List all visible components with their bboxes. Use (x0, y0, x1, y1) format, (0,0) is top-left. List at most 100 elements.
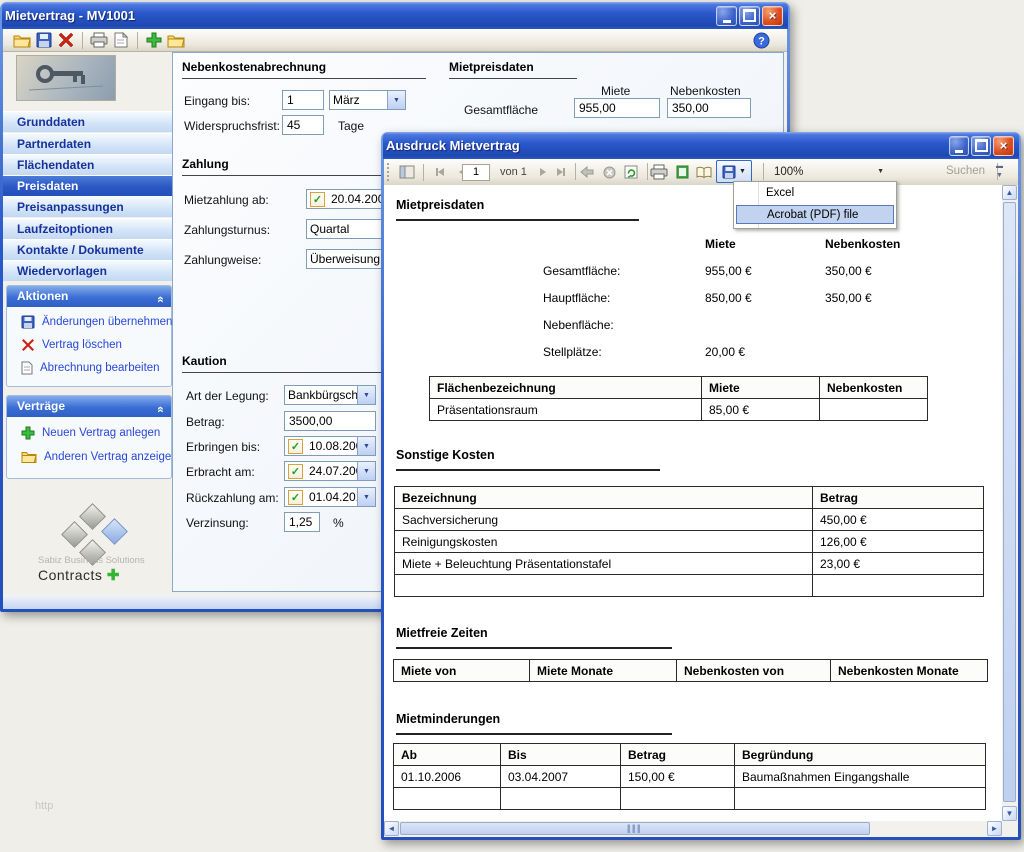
widerspruchsfrist-input[interactable] (282, 115, 324, 135)
horizontal-scrollbar[interactable]: ◄ ▌▌▌ ► (384, 821, 1002, 837)
erbracht-am-field[interactable]: ✓ 24.07.2004 ▼ (284, 461, 376, 481)
art-der-legung-select[interactable]: Bankbürgschaf ▼ (284, 385, 376, 405)
table-cell (394, 788, 501, 810)
scroll-down-button[interactable]: ▼ (1002, 806, 1017, 821)
price-row-nebenkosten: 350,00 € (825, 264, 872, 278)
open-folder-button[interactable] (11, 30, 33, 50)
gesamtflaeche-nebenkosten-input[interactable] (667, 98, 751, 118)
scroll-up-button[interactable]: ▲ (1002, 185, 1017, 200)
save-button[interactable] (33, 30, 55, 50)
price-row-label: Hauptfläche: (543, 291, 610, 305)
vertical-scrollbar[interactable]: ▲ ▼ (1002, 185, 1018, 821)
flaechen-table: Flächenbezeichnung Miete Nebenkosten Prä… (429, 376, 928, 421)
checkbox-checked-icon[interactable]: ✓ (310, 192, 325, 207)
print-icon (650, 164, 668, 180)
mietzahlung-ab-field[interactable]: ✓ 20.04.2004 (306, 189, 384, 209)
menu-item-acrobat-pdf[interactable]: Acrobat (PDF) file (736, 205, 894, 224)
sidebar-item-grunddaten[interactable]: Grunddaten (3, 111, 173, 132)
sidebar-item-laufzeitoptionen[interactable]: Laufzeitoptionen (3, 218, 173, 239)
rueckzahlung-am-value: 01.04.2010 (306, 490, 357, 504)
toolbar-overflow-button[interactable]: ▬▼ (996, 162, 1003, 180)
sidebar-item-wiedervorlagen[interactable]: Wiedervorlagen (3, 260, 173, 281)
desktop-watermark: http (35, 800, 53, 812)
zahlungweise-field[interactable]: Überweisung (306, 249, 384, 269)
eingang-bis-input[interactable] (282, 90, 324, 110)
horizontal-scroll-thumb[interactable]: ▌▌▌ (400, 822, 870, 835)
page-number-input[interactable]: 1 (462, 164, 490, 181)
monat-value: März (330, 93, 387, 107)
sidebar-item-preisanpassungen[interactable]: Preisanpassungen (3, 196, 173, 217)
verzinsung-input[interactable] (284, 512, 320, 532)
collapse-chevron-icon[interactable]: « (150, 296, 171, 303)
aktionen-panel-header[interactable]: Aktionen « (7, 286, 171, 307)
print-layout-button[interactable] (671, 162, 693, 182)
vertraege-panel-header[interactable]: Verträge « (7, 396, 171, 417)
scroll-left-button[interactable]: ◄ (384, 821, 399, 836)
table-header-cell: Begründung (735, 744, 986, 766)
chevron-down-icon[interactable]: ▼ (877, 168, 888, 175)
action-anderen-vertrag-anzeigen[interactable]: Anderen Vertrag anzeigen (21, 450, 178, 463)
sidebar-item-preisdaten[interactable]: Preisdaten (3, 175, 173, 196)
report-print-button[interactable] (648, 162, 670, 182)
page-setup-button[interactable] (693, 162, 715, 182)
first-page-button[interactable] (429, 162, 451, 182)
action-label: Vertrag löschen (42, 339, 122, 351)
table-cell: Reinigungskosten (395, 531, 813, 553)
delete-icon (21, 338, 35, 352)
dialog-minimize-button[interactable] (949, 136, 969, 156)
betrag-input[interactable] (284, 411, 376, 431)
checkbox-checked-icon[interactable]: ✓ (288, 464, 303, 479)
action-abrechnung-bearbeiten[interactable]: Abrechnung bearbeiten (21, 361, 160, 375)
refresh-button[interactable] (620, 162, 642, 182)
chevron-down-icon[interactable]: ▼ (357, 437, 375, 455)
dialog-close-button[interactable]: × (993, 136, 1014, 156)
minimize-button[interactable] (716, 6, 737, 26)
stop-button[interactable] (598, 162, 620, 182)
sidebar-item-kontakte-dokumente[interactable]: Kontakte / Dokumente (3, 239, 173, 260)
erbringen-bis-field[interactable]: ✓ 10.08.2004 ▼ (284, 436, 376, 456)
export-button[interactable]: ▼ (716, 160, 752, 183)
sidebar-item-flaechendaten[interactable]: Flächendaten (3, 154, 173, 175)
action-vertrag-loeschen[interactable]: Vertrag löschen (21, 338, 122, 352)
zahlungsturnus-field[interactable]: Quartal (306, 219, 384, 239)
document-map-button[interactable] (396, 162, 418, 182)
logo-product: Contracts ✚ (38, 566, 120, 584)
document-button[interactable] (110, 30, 132, 50)
scroll-right-button[interactable]: ► (987, 821, 1002, 836)
sidebar-item-partnerdaten[interactable]: Partnerdaten (3, 133, 173, 154)
chevron-down-icon[interactable]: ▼ (357, 488, 375, 506)
gesamtflaeche-miete-input[interactable] (574, 98, 660, 118)
add-button[interactable] (143, 30, 165, 50)
print-button[interactable] (88, 30, 110, 50)
widerspruchsfrist-label: Widerspruchsfrist: (184, 119, 280, 133)
toolbar-grip[interactable] (387, 163, 393, 181)
close-button[interactable]: × (762, 6, 783, 26)
rueckzahlung-am-field[interactable]: ✓ 01.04.2010 ▼ (284, 487, 376, 507)
back-button[interactable] (576, 162, 598, 182)
price-col-miete: Miete (705, 237, 736, 251)
table-header-cell: Miete (702, 377, 820, 399)
report-viewport[interactable]: Mietpreisdaten Miete Nebenkosten Gesamtf… (384, 185, 1002, 821)
dialog-titlebar[interactable]: Ausdruck Mietvertrag × (383, 132, 1019, 159)
maximize-button[interactable] (739, 6, 760, 26)
chevron-down-icon[interactable]: ▼ (357, 386, 375, 404)
chevron-down-icon[interactable]: ▼ (357, 462, 375, 480)
chevron-down-icon[interactable]: ▼ (387, 91, 405, 109)
table-cell: 150,00 € (621, 766, 735, 788)
help-button[interactable]: ? (753, 32, 770, 52)
last-page-button[interactable] (550, 162, 572, 182)
keys-image (17, 56, 115, 100)
checkbox-checked-icon[interactable]: ✓ (288, 490, 303, 505)
delete-button[interactable] (55, 30, 77, 50)
monat-select[interactable]: März ▼ (329, 90, 406, 110)
menu-item-excel[interactable]: Excel (736, 184, 894, 203)
collapse-chevron-icon[interactable]: « (150, 406, 171, 413)
action-aenderungen-uebernehmen[interactable]: Änderungen übernehmen (21, 315, 172, 329)
zoom-select[interactable]: 100% ▼ (768, 163, 888, 180)
vertical-scroll-thumb[interactable] (1003, 202, 1016, 802)
main-window-titlebar[interactable]: Mietvertrag - MV1001 × (2, 2, 788, 29)
action-neuen-vertrag-anlegen[interactable]: Neuen Vertrag anlegen (21, 426, 160, 440)
checkbox-checked-icon[interactable]: ✓ (288, 439, 303, 454)
dialog-maximize-button[interactable] (971, 136, 991, 156)
open-contract-button[interactable] (165, 30, 187, 50)
